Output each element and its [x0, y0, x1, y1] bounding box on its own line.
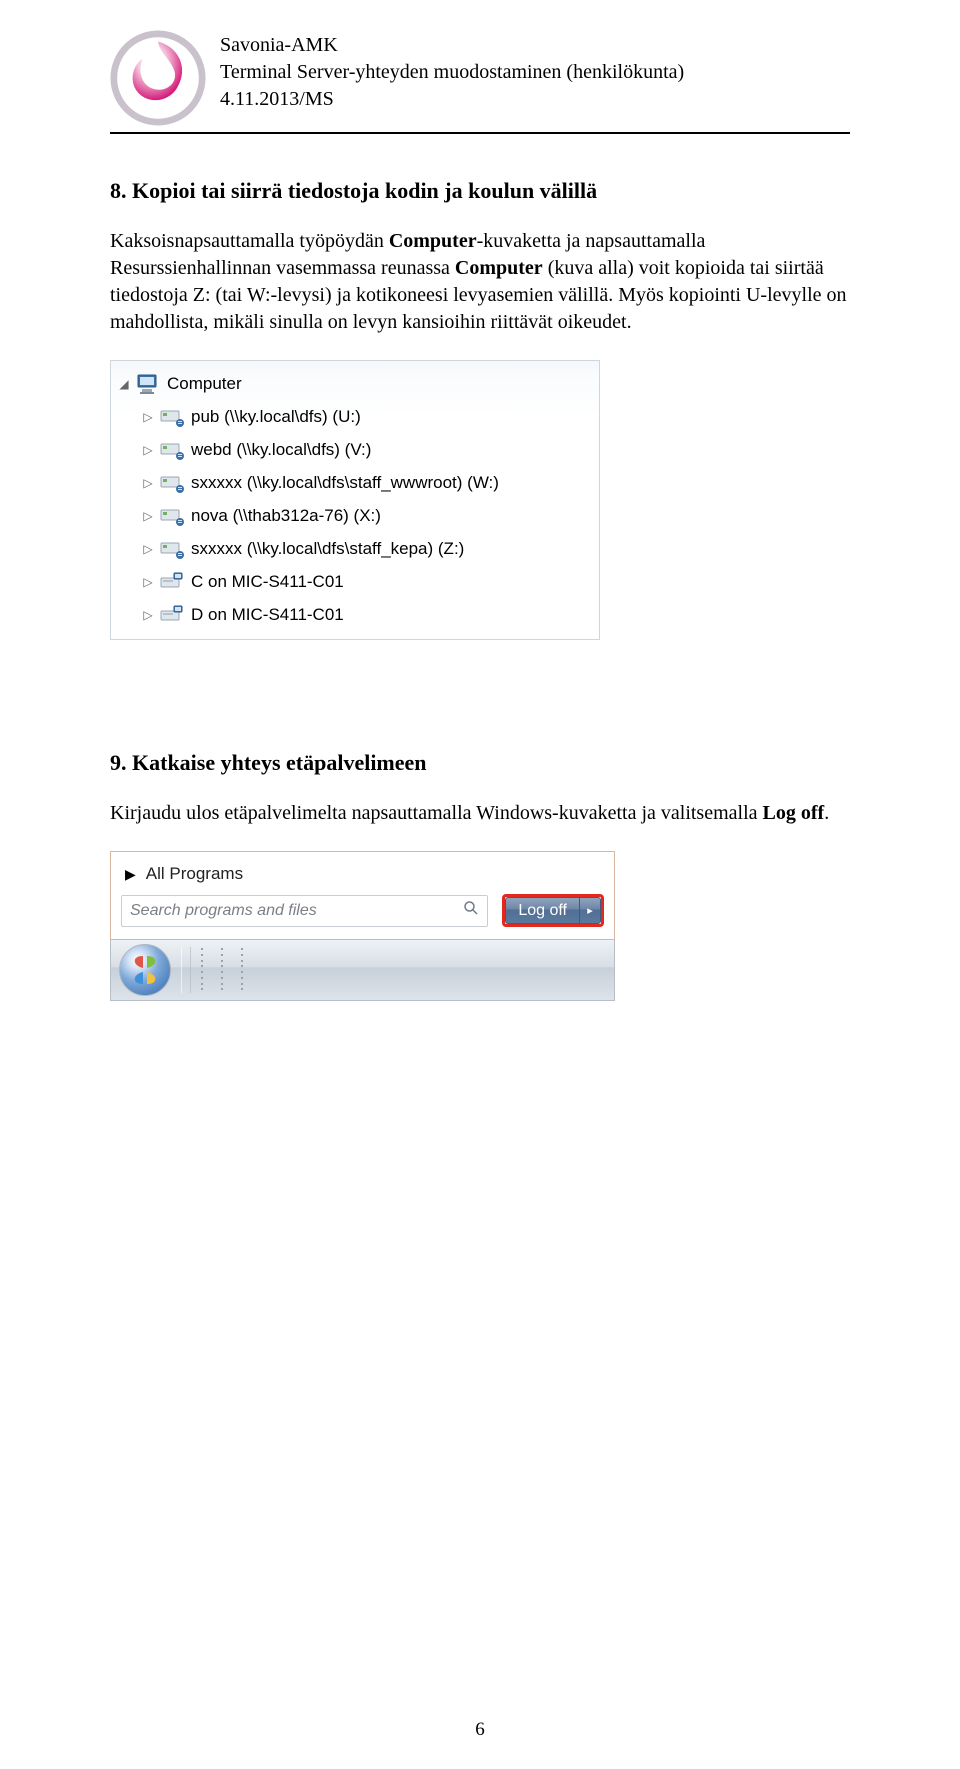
header-org: Savonia-AMK	[220, 32, 684, 59]
taskbar	[110, 939, 615, 1001]
section-9-paragraph: Kirjaudu ulos etäpalvelimelta napsauttam…	[110, 800, 850, 827]
taskbar-grip[interactable]	[221, 948, 231, 992]
tree-root-row[interactable]: ◢ Computer	[111, 367, 599, 400]
header-divider	[110, 132, 850, 134]
logoff-label: Log off	[518, 902, 567, 920]
tree-item-label: webd (\\ky.local\dfs) (V:)	[189, 440, 371, 460]
network-drive-icon	[159, 405, 185, 429]
header-title: Terminal Server-yhteyden muodostaminen (…	[220, 59, 684, 86]
header-date: 4.11.2013/MS	[220, 86, 684, 113]
remote-drive-icon	[159, 570, 185, 594]
section-8-paragraph: Kaksoisnapsauttamalla työpöydän Computer…	[110, 228, 850, 336]
figure-computer-tree: ◢ Computer ▷ pub (\\ky.local\dfs) (U:) ▷…	[110, 360, 600, 640]
tree-item[interactable]: ▷ C on MIC-S411-C01	[111, 565, 599, 598]
tree-item[interactable]: ▷ sxxxxx (\\ky.local\dfs\staff_wwwroot) …	[111, 466, 599, 499]
chevron-right-icon: ▸	[587, 904, 593, 917]
tree-root-label: Computer	[165, 374, 242, 394]
expander-icon[interactable]: ▷	[141, 476, 155, 490]
tree-item[interactable]: ▷ D on MIC-S411-C01	[111, 598, 599, 631]
expander-icon[interactable]: ▷	[141, 509, 155, 523]
expander-icon[interactable]: ▷	[141, 542, 155, 556]
header-text: Savonia-AMK Terminal Server-yhteyden muo…	[220, 30, 684, 113]
logoff-highlight: Log off ▸	[502, 894, 604, 927]
taskbar-divider	[181, 947, 191, 993]
tree-item[interactable]: ▷ pub (\\ky.local\dfs) (U:)	[111, 400, 599, 433]
network-drive-icon	[159, 438, 185, 462]
all-programs-item[interactable]: ▶ All Programs	[121, 860, 604, 894]
tree-item[interactable]: ▷ sxxxxx (\\ky.local\dfs\staff_kepa) (Z:…	[111, 532, 599, 565]
tree-item-label: C on MIC-S411-C01	[189, 572, 344, 592]
search-icon	[463, 900, 479, 921]
arrow-right-icon: ▶	[125, 866, 136, 883]
expander-icon[interactable]: ▷	[141, 608, 155, 622]
computer-icon	[135, 372, 161, 396]
tree-item[interactable]: ▷ nova (\\thab312a-76) (X:)	[111, 499, 599, 532]
page-header: Savonia-AMK Terminal Server-yhteyden muo…	[110, 30, 850, 126]
taskbar-grip[interactable]	[241, 948, 251, 992]
network-drive-icon	[159, 471, 185, 495]
page-number: 6	[0, 1719, 960, 1741]
search-input[interactable]: Search programs and files	[121, 895, 488, 927]
start-button[interactable]	[119, 944, 171, 996]
expander-icon[interactable]: ▷	[141, 575, 155, 589]
section-8-title: 8. Kopioi tai siirrä tiedostoja kodin ja…	[110, 178, 850, 204]
section-9-title: 9. Katkaise yhteys etäpalvelimeen	[110, 750, 850, 776]
network-drive-icon	[159, 537, 185, 561]
expander-collapsed-icon[interactable]: ◢	[117, 377, 131, 391]
savonia-logo	[110, 30, 206, 126]
logoff-button[interactable]: Log off	[505, 897, 579, 924]
tree-item-label: nova (\\thab312a-76) (X:)	[189, 506, 381, 526]
tree-item[interactable]: ▷ webd (\\ky.local\dfs) (V:)	[111, 433, 599, 466]
tree-item-label: D on MIC-S411-C01	[189, 605, 344, 625]
tree-item-label: sxxxxx (\\ky.local\dfs\staff_wwwroot) (W…	[189, 473, 499, 493]
network-drive-icon	[159, 504, 185, 528]
expander-icon[interactable]: ▷	[141, 410, 155, 424]
taskbar-grip[interactable]	[201, 948, 211, 992]
expander-icon[interactable]: ▷	[141, 443, 155, 457]
start-menu-panel: ▶ All Programs Search programs and files…	[110, 851, 615, 939]
tree-item-label: pub (\\ky.local\dfs) (U:)	[189, 407, 361, 427]
logoff-options-button[interactable]: ▸	[579, 897, 601, 924]
tree-item-label: sxxxxx (\\ky.local\dfs\staff_kepa) (Z:)	[189, 539, 464, 559]
search-placeholder: Search programs and files	[130, 902, 455, 920]
figure-start-menu: ▶ All Programs Search programs and files…	[110, 851, 615, 1001]
all-programs-label: All Programs	[146, 864, 243, 884]
remote-drive-icon	[159, 603, 185, 627]
